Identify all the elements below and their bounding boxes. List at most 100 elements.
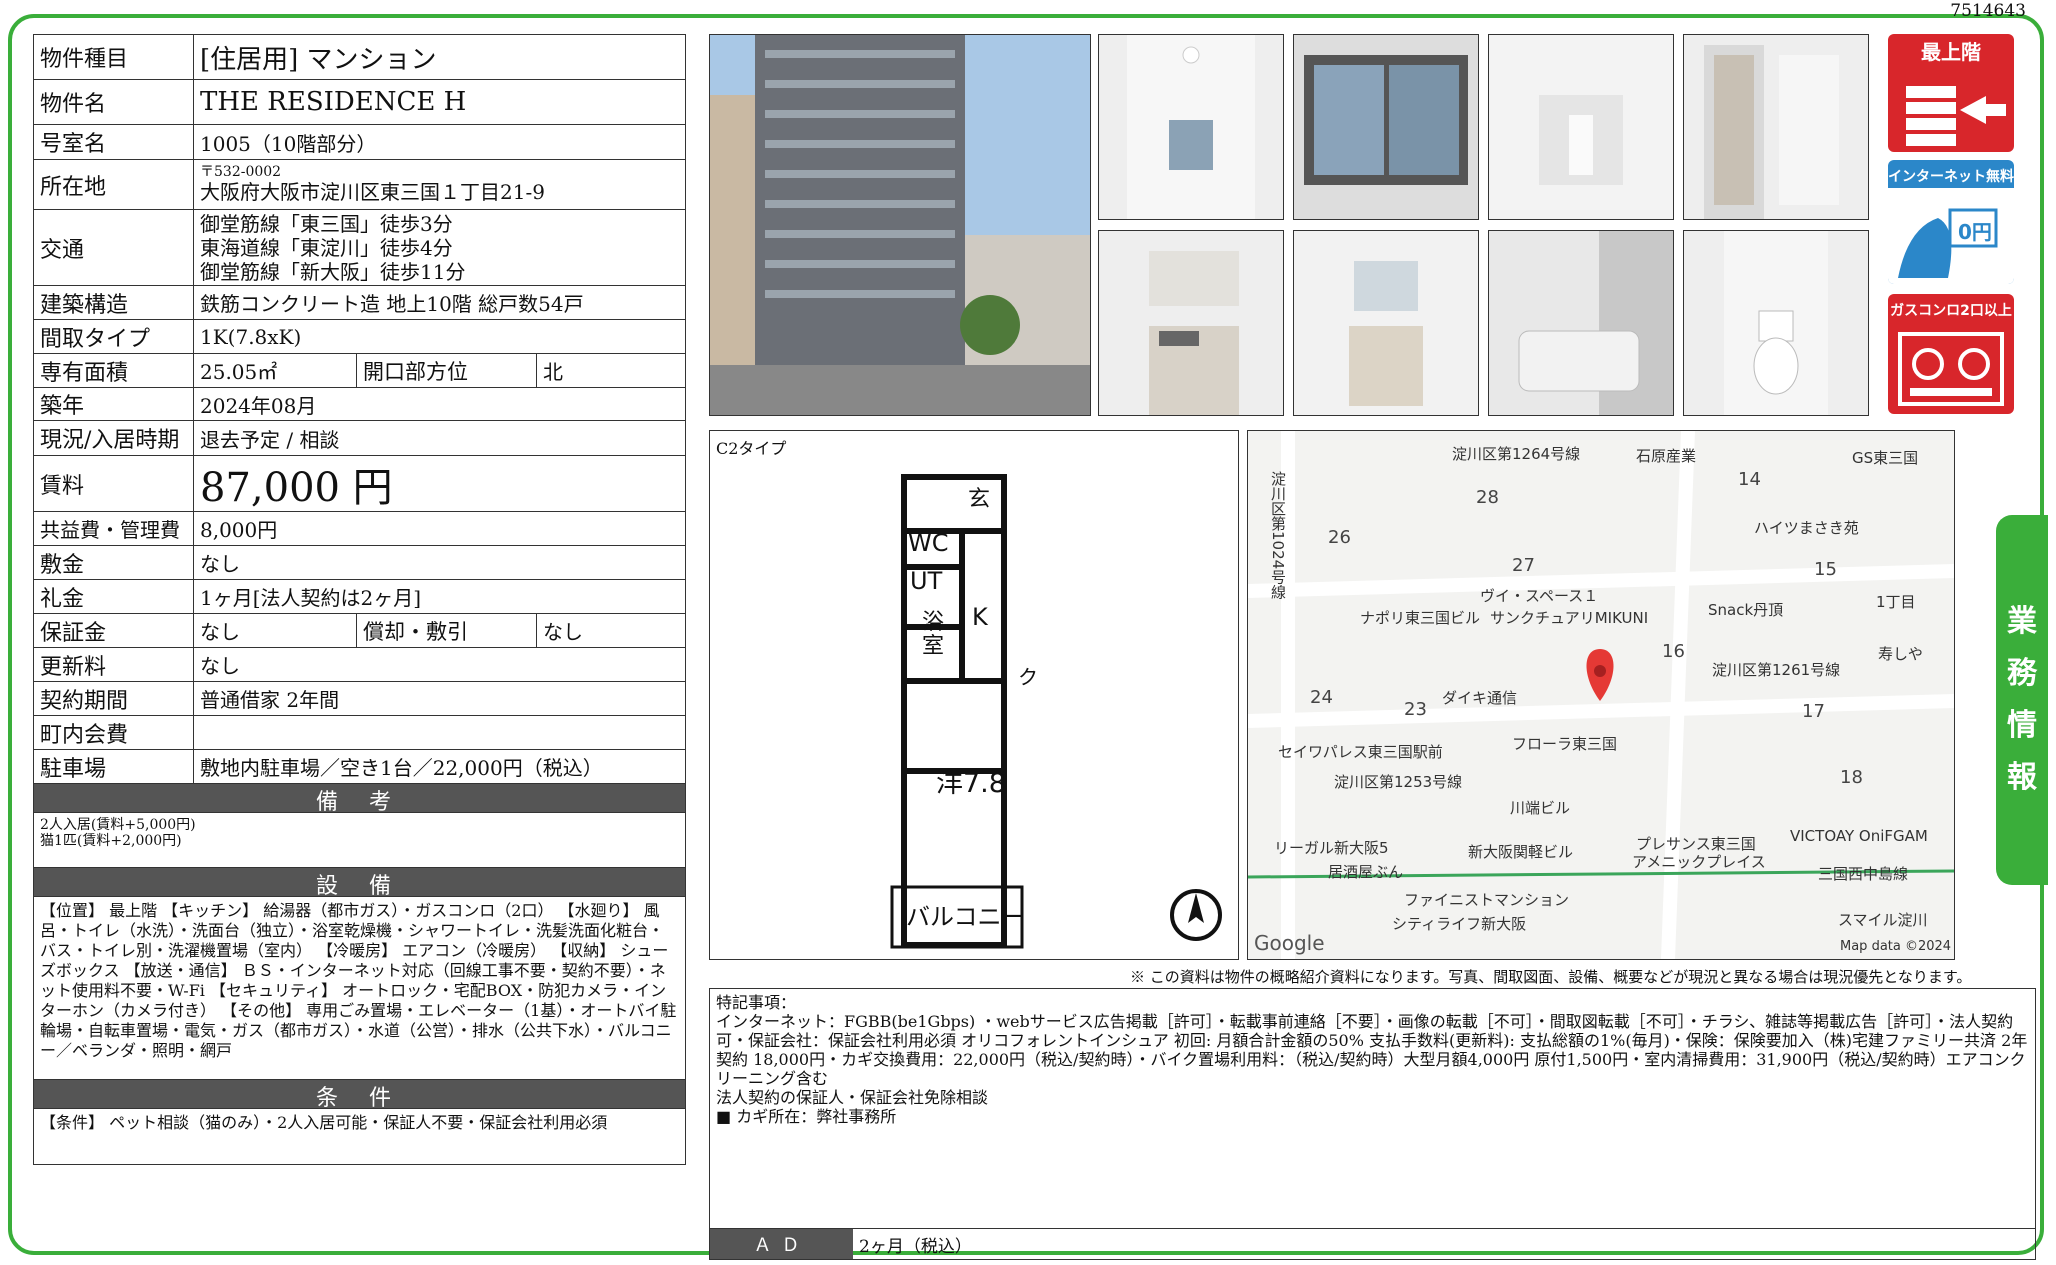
person-laptop-icon: [1898, 208, 1998, 278]
label-deposit: 敷金: [34, 546, 194, 579]
top-floor-badge: 最上階: [1888, 34, 2014, 152]
map-label: GS東三国: [1852, 449, 1919, 467]
label-name: 物件名: [34, 80, 194, 124]
row-renewal: 更新料 なし: [33, 648, 686, 682]
access-line: 御堂筋線「東三国」徒歩3分: [200, 211, 453, 236]
label-amortization: 償却・敷引: [357, 614, 537, 647]
conditions-text: 【条件】 ペット相談（猫のみ）・2人入居可能・保証人不要・保証会社利用必須: [33, 1109, 686, 1165]
block-number: 23: [1404, 699, 1427, 720]
row-term: 契約期間 普通借家 2年間: [33, 682, 686, 716]
value-direction: 北: [543, 360, 563, 384]
value-term: 普通借家 2年間: [200, 688, 340, 712]
value-type: [住居用] マンション: [200, 44, 437, 75]
label-keymoney: 礼金: [34, 580, 194, 613]
special-line: インターネット：FGBB(be1Gbps) ・webサービス広告掲載［許可］・転…: [716, 1012, 2028, 1088]
remarks-block: 2人入居(賃料+5,000円) 猫1匹(賃料+2,000円): [33, 813, 686, 868]
label-parking: 駐車場: [34, 750, 194, 783]
gas-stove-badge: ガスコンロ2口以上: [1888, 294, 2014, 414]
label-layout: 間取タイプ: [34, 320, 194, 353]
row-access: 交通 御堂筋線「東三国」徒歩3分 東海道線「東淀川」徒歩4分 御堂筋線「新大阪」…: [33, 210, 686, 286]
equipment-text: 【位置】 最上階 【キッチン】 給湯器（都市ガス）・ガスコンロ（2口） 【水廻り…: [33, 897, 686, 1080]
internet-free-text: インターネット無料: [1888, 169, 2014, 185]
row-name: 物件名 THE RESIDENCE H: [33, 80, 686, 125]
balcony-label: バルコニー: [906, 903, 1026, 931]
label-address: 所在地: [34, 160, 194, 209]
map-label: サンクチュアリMIKUNI: [1490, 609, 1649, 627]
washroom-photo: [1293, 230, 1479, 416]
kitchen-photo: [1098, 230, 1284, 416]
kitchen-label: K: [972, 603, 988, 631]
value-room: 1005（10階部分）: [200, 131, 377, 156]
map-label: スマイル淀川: [1838, 911, 1928, 929]
label-renewal: 更新料: [34, 648, 194, 681]
value-status: 退去予定 / 相談: [200, 427, 340, 452]
map-label: シティライフ新大阪: [1392, 915, 1527, 933]
map-label: 石原産業: [1636, 447, 1697, 465]
property-table: 物件種目 [住居用] マンション 物件名 THE RESIDENCE H 号室名…: [33, 34, 686, 1165]
building-arrow-icon: [1906, 86, 2006, 146]
map-label: 三国西中島線: [1818, 865, 1909, 883]
equipment-header: 設 備: [33, 868, 686, 899]
label-direction: 開口部方位: [357, 354, 537, 387]
value-parking: 敷地内駐車場／空き1台／22,000円（税込）: [200, 756, 603, 780]
map-label: VICTOAY OniFGAM: [1790, 827, 1928, 845]
ut-label: UT: [910, 567, 943, 595]
value-keymoney: 1ヶ月[法人契約は2ヶ月]: [200, 586, 422, 610]
map-label: セイワパレス東三国駅前: [1278, 743, 1443, 761]
business-info-tab[interactable]: 業 務 情 報: [1996, 515, 2048, 885]
row-status: 現況/入居時期 退去予定 / 相談: [33, 421, 686, 456]
row-type: 物件種目 [住居用] マンション: [33, 34, 686, 80]
value-mgmt: 8,000円: [200, 518, 278, 542]
interior-photo: [1488, 34, 1674, 220]
property-location-pin: [1586, 649, 1614, 701]
block-number: 18: [1840, 767, 1863, 788]
block-number: 17: [1802, 701, 1825, 722]
row-guarantee: 保証金 なし 償却・敷引 なし: [33, 614, 686, 648]
map-label: 淀川区第1253号線: [1334, 773, 1463, 791]
entrance-label: 玄: [968, 487, 991, 512]
row-address: 所在地 〒532-0002 大阪府大阪市淀川区東三国１丁目21-9: [33, 160, 686, 210]
ad-label: ＡＤ: [710, 1229, 853, 1259]
value-deposit: なし: [200, 552, 240, 576]
map-label: アメニックプレイス: [1632, 853, 1766, 871]
remarks-header: 備 考: [33, 784, 686, 815]
map-attribution: Map data ©2024: [1840, 939, 1952, 954]
location-map[interactable]: 淀川区第1264号線 石原産業 GS東三国 淀川区第1024号線 ハイツまさき苑…: [1247, 430, 1955, 960]
disclaimer: ※ この資料は物件の概略紹介資料になります。写真、間取図面、設備、概要などが現況…: [1130, 968, 1972, 986]
map-label: 淀川区第1261号線: [1712, 661, 1841, 679]
row-deposit: 敷金 なし: [33, 546, 686, 580]
block-number: 14: [1738, 469, 1761, 490]
address: 大阪府大阪市淀川区東三国１丁目21-9: [200, 180, 545, 204]
row-keymoney: 礼金 1ヶ月[法人契約は2ヶ月]: [33, 580, 686, 614]
value-layout: 1K(7.8xK): [200, 324, 302, 349]
tab-char: 務: [2007, 656, 2037, 691]
value-rent: 87,000 円: [200, 464, 393, 511]
window-photo: [1293, 34, 1479, 220]
ad-value: 2ヶ月（税込）: [859, 1236, 972, 1257]
north-arrow-icon: [1170, 889, 1222, 941]
value-guarantee: なし: [194, 614, 357, 647]
label-rent: 賃料: [34, 456, 194, 511]
bath-label: 浴室: [922, 610, 945, 659]
row-room: 号室名 1005（10階部分）: [33, 125, 686, 160]
wc-label: WC: [908, 529, 949, 557]
row-parking: 駐車場 敷地内駐車場／空き1台／22,000円（税込）: [33, 750, 686, 784]
value-renewal: なし: [200, 654, 240, 678]
access-line: 御堂筋線「新大阪」徒歩11分: [200, 259, 466, 284]
label-area: 専有面積: [34, 354, 194, 387]
access-line: 東海道線「東淀川」徒歩4分: [200, 235, 453, 260]
special-title: 特記事項：: [716, 993, 797, 1012]
row-area: 専有面積 25.05㎡ 開口部方位 北: [33, 354, 686, 388]
map-label: 川端ビル: [1510, 799, 1571, 817]
tab-char: 報: [2007, 760, 2037, 795]
label-structure: 建築構造: [34, 286, 194, 319]
block-number: 27: [1512, 555, 1535, 576]
value-amortization: なし: [543, 620, 583, 644]
zip-code: 〒532-0002: [200, 164, 282, 180]
special-line: 法人契約の保証人・保証会社免除相談: [716, 1088, 989, 1107]
row-rent: 賃料 87,000 円: [33, 456, 686, 512]
map-label: ハイツまさき苑: [1754, 519, 1859, 537]
room-label: 洋7.8: [936, 768, 1006, 799]
map-label: ナポリ東三国ビル: [1360, 609, 1481, 627]
map-label: 1丁目: [1876, 593, 1916, 611]
